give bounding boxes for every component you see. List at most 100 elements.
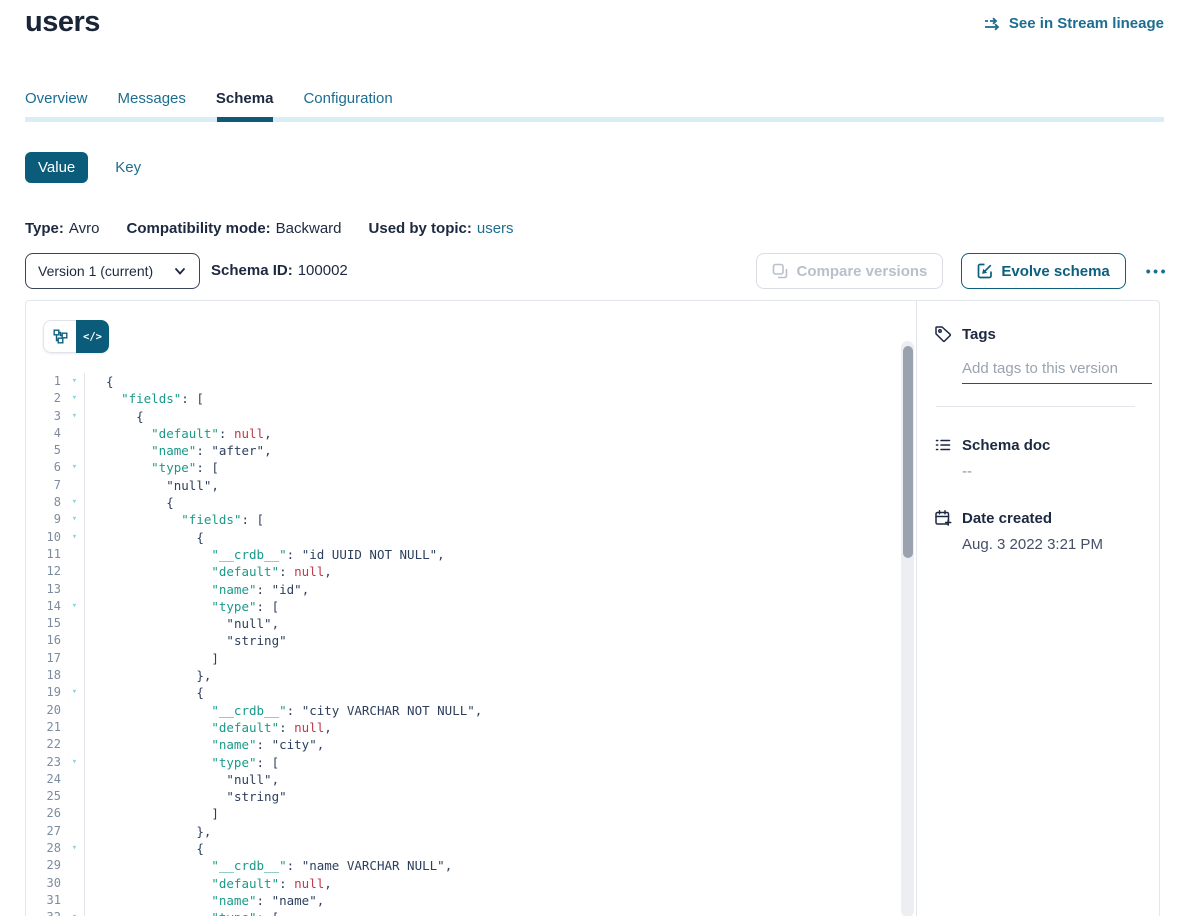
code-view-button[interactable]: </> (76, 320, 109, 353)
code-line: 27 }, (26, 823, 900, 840)
fold-spacer (65, 632, 84, 649)
code-text: ] (85, 650, 219, 667)
fold-spacer (65, 702, 84, 719)
line-number: 16 (26, 632, 65, 649)
tree-view-button[interactable] (43, 320, 76, 353)
fold-spacer (65, 425, 84, 442)
fold-toggle-icon[interactable]: ▾ (65, 840, 84, 857)
line-number: 14 (26, 598, 65, 615)
list-icon (934, 436, 952, 454)
evolve-schema-label: Evolve schema (1001, 263, 1109, 280)
more-actions-button[interactable]: ••• (1144, 259, 1170, 283)
tag-icon (934, 325, 952, 343)
stream-lineage-link[interactable]: See in Stream lineage (984, 15, 1164, 32)
code-text: }, (85, 667, 211, 684)
line-number: 12 (26, 563, 65, 580)
line-number: 13 (26, 581, 65, 598)
fold-toggle-icon[interactable]: ▾ (65, 598, 84, 615)
fold-spacer (65, 823, 84, 840)
compatibility-field: Compatibility mode:Backward (126, 220, 341, 237)
code-line: 31 "name": "name", (26, 892, 900, 909)
line-number: 32 (26, 909, 65, 916)
fold-toggle-icon[interactable]: ▾ (65, 459, 84, 476)
fold-spacer (65, 615, 84, 632)
edit-icon (977, 263, 993, 279)
fold-spacer (65, 805, 84, 822)
fold-toggle-icon[interactable]: ▾ (65, 373, 84, 390)
code-line: 19▾ { (26, 684, 900, 701)
value-toggle-button[interactable]: Value (25, 152, 88, 183)
evolve-schema-button[interactable]: Evolve schema (961, 253, 1125, 289)
version-select[interactable]: Version 1 (current) (25, 253, 200, 289)
schema-meta-row: Type: Avro Compatibility mode:Backward Us… (25, 220, 514, 237)
type-label: Type: (25, 220, 64, 237)
line-number: 31 (26, 892, 65, 909)
code-text: "string" (85, 788, 287, 805)
line-number: 22 (26, 736, 65, 753)
used-by-topic-field: Used by topic:users (369, 220, 514, 237)
line-number: 23 (26, 754, 65, 771)
fold-toggle-icon[interactable]: ▾ (65, 511, 84, 528)
fold-spacer (65, 650, 84, 667)
fold-toggle-icon[interactable]: ▾ (65, 494, 84, 511)
line-number: 2 (26, 390, 65, 407)
compare-versions-label: Compare versions (796, 263, 927, 280)
code-text: "default": null, (85, 719, 332, 736)
line-number: 6 (26, 459, 65, 476)
fold-spacer (65, 563, 84, 580)
code-line: 2▾ "fields": [ (26, 390, 900, 407)
code-line: 1▾{ (26, 373, 900, 390)
fold-spacer (65, 788, 84, 805)
type-field: Type: Avro (25, 220, 99, 237)
schema-doc-section: Schema doc -- (934, 436, 1135, 480)
line-number: 29 (26, 857, 65, 874)
code-line: 10▾ { (26, 529, 900, 546)
fold-toggle-icon[interactable]: ▾ (65, 684, 84, 701)
topic-link[interactable]: users (477, 220, 514, 237)
code-line: 20 "__crdb__": "city VARCHAR NOT NULL", (26, 702, 900, 719)
date-created-section: Date created Aug. 3 2022 3:21 PM (934, 509, 1135, 553)
value-key-toggle: Value Key (25, 152, 141, 183)
active-tab-indicator (217, 117, 273, 122)
code-editor: 1▾{2▾ "fields": [3▾ {4 "default": null,5… (26, 373, 900, 916)
fold-toggle-icon[interactable]: ▾ (65, 909, 84, 916)
code-scrollbar[interactable] (901, 341, 914, 916)
key-toggle-button[interactable]: Key (115, 159, 141, 176)
code-line: 5 "name": "after", (26, 442, 900, 459)
compare-versions-button[interactable]: Compare versions (756, 253, 943, 289)
code-text: "string" (85, 632, 287, 649)
line-number: 3 (26, 408, 65, 425)
code-line: 13 "name": "id", (26, 581, 900, 598)
code-text: "fields": [ (85, 511, 264, 528)
chevron-down-icon (173, 264, 187, 278)
fold-toggle-icon[interactable]: ▾ (65, 390, 84, 407)
line-number: 25 (26, 788, 65, 805)
code-line: 12 "default": null, (26, 563, 900, 580)
code-text: { (85, 529, 204, 546)
fold-spacer (65, 771, 84, 788)
code-scrollbar-thumb[interactable] (903, 346, 913, 558)
code-text: "type": [ (85, 754, 279, 771)
compatibility-label: Compatibility mode: (126, 220, 270, 237)
code-text: "fields": [ (85, 390, 204, 407)
view-mode-toggle: </> (43, 320, 109, 353)
line-number: 27 (26, 823, 65, 840)
schema-id-value: 100002 (298, 262, 348, 279)
fold-toggle-icon[interactable]: ▾ (65, 754, 84, 771)
version-bar: Version 1 (current) Schema ID:100002 Com… (25, 253, 1170, 289)
fold-spacer (65, 546, 84, 563)
type-value: Avro (69, 220, 100, 237)
fold-spacer (65, 477, 84, 494)
code-line: 29 "__crdb__": "name VARCHAR NULL", (26, 857, 900, 874)
fold-toggle-icon[interactable]: ▾ (65, 408, 84, 425)
code-text: "type": [ (85, 909, 279, 916)
line-number: 10 (26, 529, 65, 546)
fold-spacer (65, 442, 84, 459)
code-text: { (85, 684, 204, 701)
code-text: "name": "city", (85, 736, 324, 753)
tab-underline-track (25, 117, 1164, 122)
fold-toggle-icon[interactable]: ▾ (65, 529, 84, 546)
code-text: "__crdb__": "id UUID NOT NULL", (85, 546, 445, 563)
code-line: 17 ] (26, 650, 900, 667)
add-tags-input[interactable] (962, 358, 1152, 384)
